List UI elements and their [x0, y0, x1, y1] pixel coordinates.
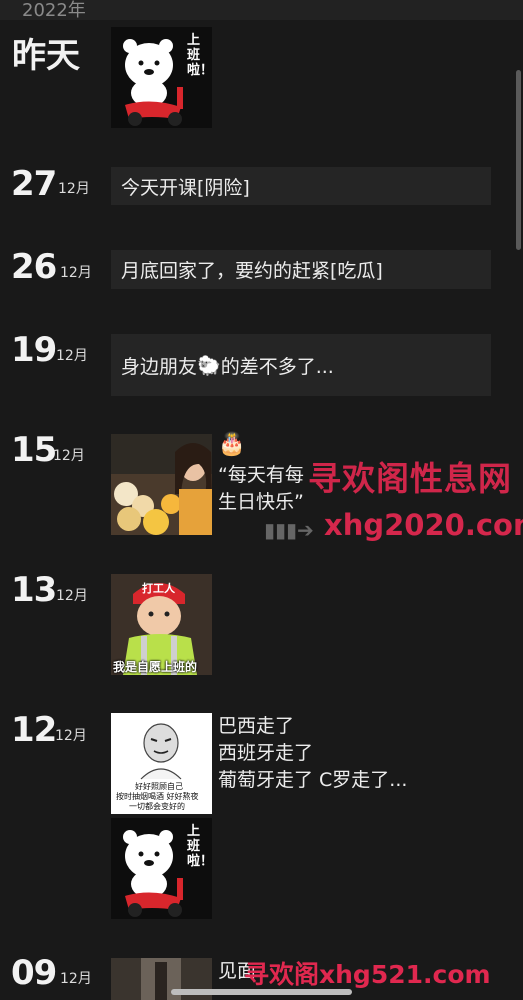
- date-day: 26: [11, 247, 57, 287]
- post-text: 的差不多了...: [220, 355, 334, 378]
- watermark-2: xhg2020.com: [324, 508, 523, 542]
- home-indicator[interactable]: [171, 989, 352, 995]
- date-month: 12月: [56, 588, 88, 604]
- meme-caption-3: 一切都会变好的: [129, 802, 185, 811]
- date-month: 12月: [53, 448, 85, 464]
- meme-thumb[interactable]: 好好照顾自己 按时抽烟喝酒 好好熬夜 一切都会变好的: [111, 713, 212, 814]
- post-line: 葡萄牙走了 C罗走了...: [218, 769, 408, 791]
- scrollbar[interactable]: [516, 70, 521, 250]
- sticker-text: 上班啦！: [187, 824, 212, 869]
- sticker-thumb-2[interactable]: 上班啦！: [111, 818, 212, 919]
- year-label: 2022年: [22, 0, 86, 21]
- watermark-3: 寻欢阁xhg521.com: [244, 960, 491, 989]
- post-line: 巴西走了: [218, 715, 295, 737]
- date-month: 12月: [55, 728, 87, 744]
- text-post-card[interactable]: 今天开课[阴险]: [111, 167, 491, 205]
- post-text-worldcup[interactable]: 巴西走了 西班牙走了 葡萄牙走了 C罗走了...: [218, 713, 407, 794]
- sticker-text: 上班啦！: [187, 33, 212, 78]
- date-day: 12: [11, 710, 57, 750]
- sticker-thumb-yesterday[interactable]: 上班啦！: [111, 27, 212, 128]
- date-month: 12月: [58, 181, 90, 197]
- date-day: 09: [11, 953, 57, 993]
- post-text-birthday[interactable]: “每天有每 生日快乐”: [218, 462, 304, 516]
- cake-emoji: 🎂: [218, 432, 246, 457]
- year-header: 2022年: [0, 0, 523, 21]
- date-month: 12月: [56, 348, 88, 364]
- text-post-card[interactable]: 月底回家了，要约的赶紧[吃瓜]: [111, 250, 491, 289]
- watermark-1: 寻欢阁性息网: [308, 459, 512, 498]
- post-text: 身边朋友: [121, 355, 198, 378]
- date-day: 27: [11, 164, 57, 204]
- photo-hat-text: 打工人: [142, 582, 175, 595]
- photo-thumb-birthday[interactable]: [111, 434, 212, 535]
- post-text: 月底回家了，要约的赶紧[吃瓜]: [121, 260, 383, 282]
- arrow-icon: ▮▮▮➔: [264, 518, 314, 542]
- photo-thumb-baby[interactable]: 打工人 我是自愿上班的: [111, 574, 212, 675]
- date-month: 12月: [60, 265, 92, 281]
- date-day: 19: [11, 330, 57, 370]
- birthday-photo: [111, 434, 212, 535]
- date-month: 12月: [60, 971, 92, 987]
- date-day: 15: [11, 430, 57, 470]
- text-post-card[interactable]: 身边朋友 🐑 的差不多了...: [111, 334, 491, 396]
- post-text: 今天开课[阴险]: [121, 176, 250, 199]
- photo-caption: 我是自愿上班的: [113, 660, 198, 674]
- post-line: 生日快乐”: [218, 491, 304, 513]
- post-line: 西班牙走了: [218, 742, 314, 764]
- post-line: “每天有每: [218, 464, 304, 486]
- date-yesterday: 昨天: [12, 36, 80, 76]
- date-day: 13: [11, 570, 57, 610]
- sheep-emoji: 🐑: [197, 354, 221, 377]
